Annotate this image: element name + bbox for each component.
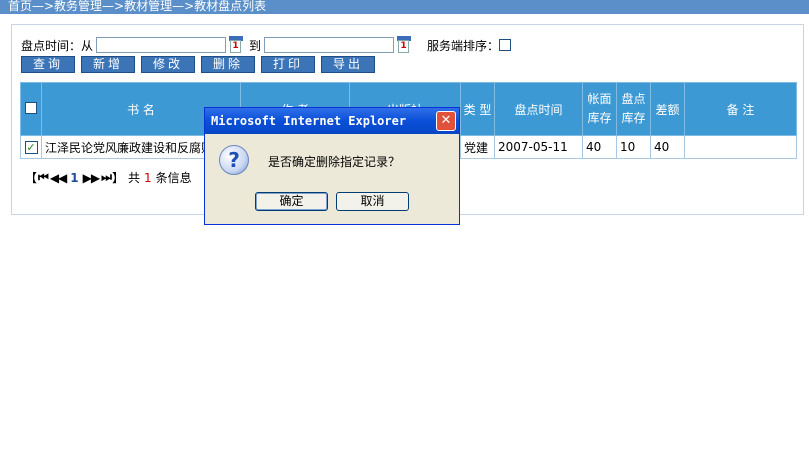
print-button[interactable]: 打印 (261, 56, 315, 73)
check-time-label: 盘点时间：从 (21, 38, 94, 53)
dialog-message: 是否确定删除指定记录？ (268, 155, 401, 169)
header-diff: 差额 (650, 82, 685, 136)
first-page-icon[interactable]: ⏮ (38, 170, 49, 185)
header-check-stock: 盘点 库存 (616, 82, 651, 136)
dialog-title[interactable]: Microsoft Internet Explorer (205, 108, 459, 134)
search-row: 盘点时间：从 1 到 1 服务端排序： (21, 36, 512, 54)
server-sort-label: 服务端排序： (427, 38, 500, 53)
total-suffix: 条信息 (155, 171, 192, 185)
cell-check-time: 2007-05-11 (494, 135, 583, 159)
next-page-icon[interactable]: ▶▶ (83, 171, 100, 185)
add-button[interactable]: 新增 (81, 56, 135, 73)
cell-diff: 40 (650, 135, 685, 159)
breadcrumb: 首页—>教务管理—>教材管理—>教材盘点列表 (0, 0, 809, 14)
to-label: 到 (249, 38, 262, 53)
last-page-icon[interactable]: ⏭ (101, 170, 112, 185)
calendar-icon[interactable]: 1 (397, 36, 412, 54)
delete-button[interactable]: 删除 (201, 56, 255, 73)
select-all-checkbox[interactable] (25, 101, 37, 114)
cell-book-stock: 40 (582, 135, 617, 159)
header-type: 类 型 (460, 82, 495, 136)
row-select-cell[interactable]: ✓ (20, 135, 42, 159)
cell-check-stock: 10 (616, 135, 651, 159)
calendar-icon[interactable]: 1 (229, 36, 244, 54)
server-sort-checkbox[interactable] (499, 39, 512, 51)
close-icon[interactable]: ✕ (436, 111, 456, 131)
row-checkbox[interactable]: ✓ (24, 141, 38, 154)
date-to-input[interactable] (264, 37, 395, 53)
ok-button[interactable]: 确定 (255, 192, 328, 211)
header-remark: 备 注 (684, 82, 797, 136)
select-all-header[interactable] (20, 82, 42, 136)
page-number-link[interactable]: 1 (70, 171, 78, 185)
cancel-button[interactable]: 取消 (336, 192, 409, 211)
date-from-input[interactable] (96, 37, 227, 53)
cell-type: 党建 (460, 135, 495, 159)
header-check-time: 盘点时间 (494, 82, 583, 136)
header-book-stock: 帐面 库存 (582, 82, 617, 136)
prev-page-icon[interactable]: ◀◀ (50, 171, 67, 185)
query-button[interactable]: 查询 (21, 56, 75, 73)
cell-remark (684, 135, 797, 159)
pager-close-bracket: 】 (111, 171, 124, 185)
confirm-dialog: Microsoft Internet Explorer ✕ ? 是否确定删除指定… (204, 107, 460, 225)
pagination: 【 ⏮ ◀◀ 1 ▶▶ ⏭ 】 共 1 条信息 (25, 169, 192, 186)
question-icon: ? (219, 145, 249, 175)
pager-open-bracket: 【 (25, 171, 38, 185)
total-count: 1 (143, 170, 152, 185)
edit-button[interactable]: 修改 (141, 56, 195, 73)
toolbar: 查询 新增 修改 删除 打印 导出 (21, 56, 381, 73)
export-button[interactable]: 导出 (321, 56, 375, 73)
total-prefix: 共 (127, 171, 140, 185)
